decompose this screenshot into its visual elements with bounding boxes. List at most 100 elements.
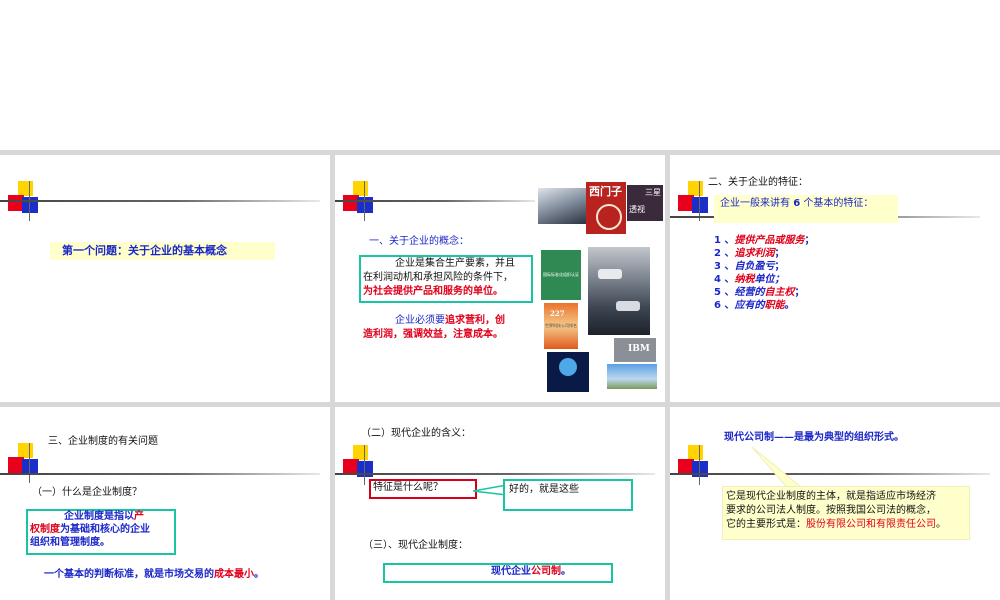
body-text: 它的主要形式是： (726, 519, 806, 530)
pursue-prefix: 企业必须要 (395, 315, 445, 326)
book-cover-samsung: 三星 透视 (627, 185, 663, 221)
title-rule (0, 200, 320, 202)
feature-sep: 、 (724, 261, 735, 272)
feature-number: 3 (714, 261, 721, 272)
feature-item-1: 1 、提供产品或服务； (714, 234, 814, 248)
book-figure (596, 204, 622, 230)
feature-label: 经营的 (734, 287, 765, 298)
title-rule (335, 200, 535, 202)
feature-number: 4 (714, 274, 721, 285)
feature-item-4: 4 、纳税单位； (714, 273, 814, 287)
system-def-line-1: 企业制度是指以产 (64, 510, 144, 524)
photo-car (616, 301, 640, 311)
feature-sep: 、 (724, 274, 735, 285)
slide-thumbnail-4[interactable]: 三、企业制度的有关问题 （一）什么是企业制度？ 企业制度是指以产 权制度为基础和… (0, 407, 330, 600)
magazine-text: 世界科技公司排名 (545, 323, 577, 328)
feature-tail: ； (774, 248, 785, 259)
def-text: 企业制度是指以 (64, 511, 134, 522)
feature-sep: 、 (724, 248, 735, 259)
system-def-line-2: 权制度为基础和核心的企业 (30, 523, 150, 537)
book-sub: 透视 (629, 205, 645, 214)
pursue-highlight: 追求营利，创 (445, 315, 505, 326)
definition-line-1: 企业是集合生产要素，并且 (395, 258, 515, 269)
certificate-image: 国际标准化组织认证 (541, 250, 581, 300)
system-question: （一）什么是企业制度？ (32, 487, 142, 498)
feature-label: 自负盈亏 (734, 261, 775, 272)
car-photo (538, 188, 586, 224)
feature-sep: 、 (724, 300, 735, 311)
question-text: 特征是什么呢？ (373, 482, 443, 493)
feature-number: 1 (714, 235, 721, 246)
expo-booth-photo (547, 352, 589, 392)
book-cover-siemens: 西门子 (586, 182, 626, 234)
intro-text-tail: 个基本的特征： (803, 198, 874, 209)
feature-tail: 单位； (754, 274, 785, 285)
book-tag: 三星 (645, 188, 661, 197)
def-highlight: 产 (134, 511, 144, 522)
standard-line: 一个基本的判断标准，就是市场交易的成本最小。 (44, 568, 264, 582)
certificate-text: 国际标准化组织认证 (543, 272, 579, 277)
features-heading: 二、关于企业的特征： (708, 177, 808, 188)
system-def-line-3: 组织和管理制度。 (30, 537, 110, 548)
title-rule (670, 473, 990, 475)
def-highlight: 权制度 (30, 524, 60, 535)
feature-label: 提供产品或服务 (734, 235, 805, 246)
slide-thumbnail-3[interactable]: 二、关于企业的特征： 企业一般来讲有 6 个基本的特征： 1 、提供产品或服务；… (670, 155, 1000, 402)
slide-thumbnail-2[interactable]: 一、关于企业的概念： 企业是集合生产要素，并且 在利润动机和承担风险的条件下， … (335, 155, 665, 402)
corporate-highlight: 公司制 (531, 566, 561, 577)
feature-label-highlight: 自主权 (764, 287, 795, 298)
slide-thumbnail-5[interactable]: （二）现代企业的含义： 特征是什么呢？ 好的，就是这些 （三）、现代企业制度： … (335, 407, 665, 600)
pursue-line-2: 造利润，强调效益，注意成本。 (363, 329, 503, 340)
feature-item-6: 6 、应有的职能。 (714, 299, 814, 313)
features-list: 1 、提供产品或服务； 2 、追求利润； 3 、自负盈亏； 4 、纳税单位； 5… (714, 234, 814, 318)
system-heading: 三、企业制度的有关问题 (48, 436, 158, 447)
features-intro: 企业一般来讲有 6 个基本的特征： (720, 197, 873, 211)
photo-car (598, 269, 622, 279)
feature-tail: ； (794, 287, 805, 298)
feature-label: 纳税 (734, 274, 755, 285)
corporate-prefix: 现代企业 (491, 566, 531, 577)
book-title: 西门子 (589, 185, 622, 198)
corporate-body-1: 它是现代企业制度的主体，就是指适应市场经济 (726, 491, 936, 502)
concept-heading: 一、关于企业的概念： (369, 236, 469, 247)
title-rule (0, 473, 320, 475)
slide-thumbnail-6[interactable]: 现代公司制——是最为典型的组织形式。 它是现代企业制度的主体，就是指适应市场经济… (670, 407, 1000, 600)
corporate-body-2: 要求的公司法人制度。按照我国公司法的概念， (726, 505, 936, 516)
pursue-line-1: 企业必须要追求营利，创 (395, 314, 505, 328)
feature-label: 追求利润 (734, 248, 775, 259)
answer-text: 好的，就是这些 (509, 484, 579, 495)
slide-decoration (678, 445, 718, 485)
slide-thumbnail-1[interactable]: 第一个问题：关于企业的基本概念 (0, 155, 330, 402)
feature-sep: 、 (724, 235, 735, 246)
def-text: 为基础和核心的企业 (60, 524, 150, 535)
corporate-tail: 。 (561, 566, 571, 577)
system-subheading: （三）、现代企业制度： (363, 540, 468, 551)
intro-number: 6 (793, 198, 801, 209)
standard-highlight: 成本最小 (214, 569, 254, 580)
definition-line-3: 为社会提供产品和服务的单位。 (363, 286, 503, 297)
modern-heading: （二）现代企业的含义： (361, 428, 471, 439)
street-photo (588, 247, 650, 335)
magazine-cover: 227 世界科技公司排名 (544, 303, 578, 349)
corporate-heading: 现代公司制——是最为典型的组织形式。 (724, 432, 904, 443)
slide-decoration (8, 443, 48, 483)
feature-item-3: 3 、自负盈亏； (714, 260, 814, 274)
ibm-photo: IBM (614, 338, 656, 362)
feature-label: 应有的 (734, 300, 765, 311)
standard-tail: 。 (254, 569, 264, 580)
feature-tail: ； (774, 261, 785, 272)
corporate-text: 现代企业公司制。 (491, 565, 571, 579)
body-tail: 。 (936, 519, 946, 530)
building-photo (607, 364, 657, 389)
feature-number: 2 (714, 248, 721, 259)
feature-number: 5 (714, 287, 721, 298)
feature-tail: ； (804, 235, 815, 246)
corporate-body-3: 它的主要形式是：股份有限公司和有限责任公司。 (726, 518, 946, 532)
intro-text: 企业一般来讲有 (720, 198, 790, 209)
slide-title: 第一个问题：关于企业的基本概念 (62, 244, 227, 257)
feature-number: 6 (714, 300, 721, 311)
standard-text: 一个基本的判断标准，就是市场交易的 (44, 569, 214, 580)
booth-glow (559, 358, 577, 376)
feature-sep: 、 (724, 287, 735, 298)
body-highlight: 股份有限公司和有限责任公司 (806, 519, 936, 530)
